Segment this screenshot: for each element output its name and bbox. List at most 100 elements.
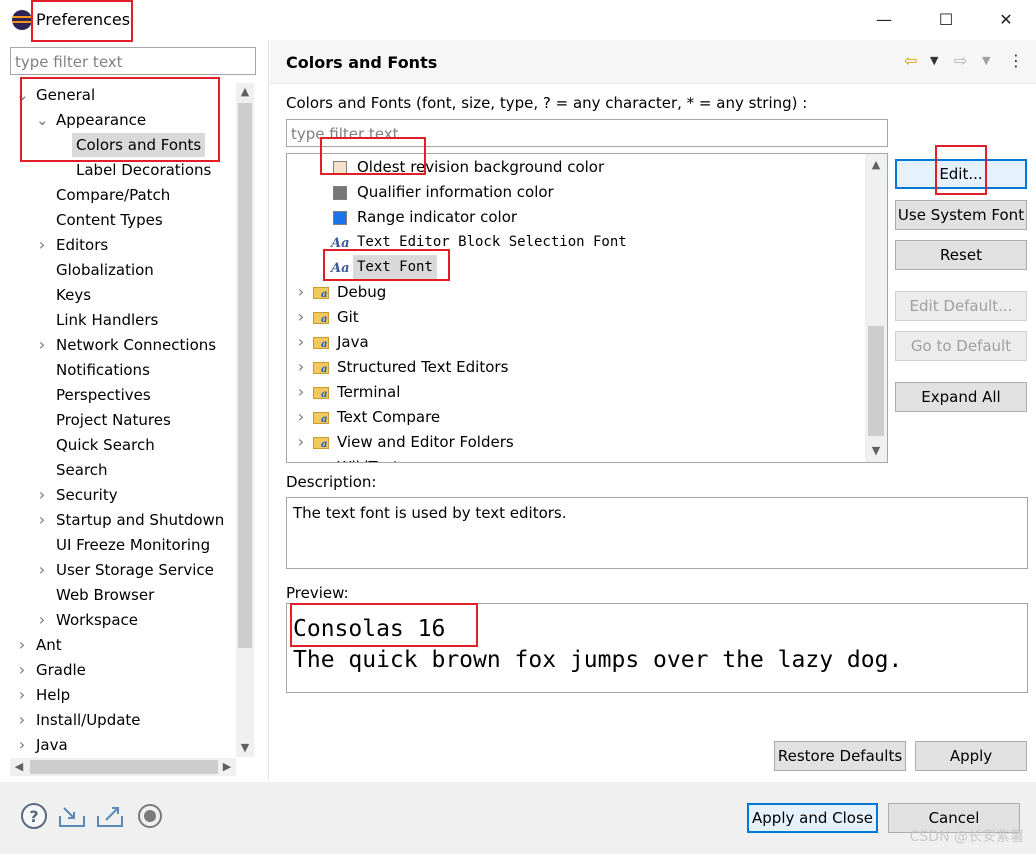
preview-label: Preview: bbox=[286, 584, 349, 602]
scroll-left-icon[interactable]: ◀ bbox=[10, 758, 28, 776]
scroll-thumb[interactable] bbox=[868, 326, 884, 436]
tree-item[interactable]: Content Types bbox=[10, 208, 236, 232]
tree-item[interactable]: Colors and Fonts bbox=[10, 133, 236, 157]
colors-tree-item[interactable]: › a Structured Text Editors bbox=[287, 355, 865, 379]
apply-button[interactable]: Apply bbox=[915, 741, 1027, 771]
tree-item[interactable]: › Security bbox=[10, 483, 236, 507]
expand-all-button[interactable]: Expand All bbox=[895, 382, 1027, 412]
pane-divider[interactable] bbox=[268, 40, 269, 780]
record-icon[interactable] bbox=[136, 802, 164, 830]
tree-item[interactable]: Quick Search bbox=[10, 433, 236, 457]
tree-item[interactable]: Perspectives bbox=[10, 383, 236, 407]
edit-default-button[interactable]: Edit Default... bbox=[895, 291, 1027, 321]
colors-tree-item[interactable]: Aa Text Editor Block Selection Font bbox=[287, 230, 865, 254]
chevron-down-icon[interactable]: ⌄ bbox=[16, 83, 29, 107]
reset-button[interactable]: Reset bbox=[895, 240, 1027, 270]
chevron-right-icon[interactable]: › bbox=[295, 330, 307, 354]
tree-item[interactable]: › Java bbox=[10, 733, 236, 757]
chevron-right-icon[interactable]: › bbox=[295, 380, 307, 404]
left-tree-vertical-scrollbar[interactable]: ▲ ▼ bbox=[236, 83, 254, 757]
colors-tree-item[interactable]: › a Java bbox=[287, 330, 865, 354]
colors-tree-item[interactable]: Qualifier information color bbox=[287, 180, 865, 204]
chevron-right-icon[interactable]: › bbox=[16, 658, 28, 682]
colors-tree-item[interactable]: › a Text Compare bbox=[287, 405, 865, 429]
left-tree-horizontal-scrollbar[interactable]: ◀ ▶ bbox=[10, 758, 236, 776]
colors-tree-item[interactable]: › a Terminal bbox=[287, 380, 865, 404]
tree-item[interactable]: ⌄ General bbox=[10, 83, 236, 107]
chevron-right-icon[interactable]: › bbox=[16, 708, 28, 732]
tree-item[interactable]: › User Storage Service bbox=[10, 558, 236, 582]
tree-item[interactable]: › Ant bbox=[10, 633, 236, 657]
colors-tree-vertical-scrollbar[interactable]: ▲ ▼ bbox=[865, 154, 887, 462]
tree-item[interactable]: Globalization bbox=[10, 258, 236, 282]
view-menu-icon[interactable]: ⋮ bbox=[1008, 50, 1024, 72]
tree-item[interactable]: › Editors bbox=[10, 233, 236, 257]
chevron-right-icon[interactable]: › bbox=[36, 508, 48, 532]
colors-tree-item[interactable]: › a WikiText bbox=[287, 455, 865, 462]
back-arrow-icon[interactable]: ⇦ bbox=[904, 50, 917, 72]
tree-item[interactable]: Project Natures bbox=[10, 408, 236, 432]
tree-item[interactable]: UI Freeze Monitoring bbox=[10, 533, 236, 557]
colors-tree-item[interactable]: Range indicator color bbox=[287, 205, 865, 229]
scroll-thumb[interactable] bbox=[238, 103, 252, 648]
chevron-right-icon[interactable]: › bbox=[295, 280, 307, 304]
tree-item[interactable]: Link Handlers bbox=[10, 308, 236, 332]
chevron-right-icon[interactable]: › bbox=[36, 333, 48, 357]
scroll-up-icon[interactable]: ▲ bbox=[236, 83, 254, 101]
tree-item[interactable]: › Install/Update bbox=[10, 708, 236, 732]
edit-button[interactable]: Edit... bbox=[895, 159, 1027, 189]
close-button[interactable]: ✕ bbox=[986, 6, 1026, 34]
use-system-font-button[interactable]: Use System Font bbox=[895, 200, 1027, 230]
restore-defaults-button[interactable]: Restore Defaults bbox=[774, 741, 906, 771]
chevron-right-icon[interactable]: › bbox=[36, 233, 48, 257]
chevron-right-icon[interactable]: › bbox=[36, 608, 48, 632]
colors-tree-item[interactable]: › a View and Editor Folders bbox=[287, 430, 865, 454]
colors-tree-item[interactable]: Aa Text Font bbox=[287, 255, 865, 279]
chevron-right-icon[interactable]: › bbox=[36, 558, 48, 582]
scroll-down-icon[interactable]: ▼ bbox=[867, 442, 885, 460]
colors-tree-item[interactable]: › a Debug bbox=[287, 280, 865, 304]
chevron-right-icon[interactable]: › bbox=[16, 683, 28, 707]
tree-item[interactable]: Search bbox=[10, 458, 236, 482]
chevron-right-icon[interactable]: › bbox=[295, 305, 307, 329]
help-icon[interactable]: ? bbox=[20, 802, 48, 830]
back-dropdown-icon[interactable]: ▼ bbox=[930, 50, 938, 72]
export-icon[interactable] bbox=[96, 802, 124, 830]
tree-item[interactable]: Label Decorations bbox=[10, 158, 236, 182]
chevron-right-icon[interactable]: › bbox=[36, 483, 48, 507]
left-filter-input[interactable]: type filter text bbox=[10, 47, 256, 75]
go-to-default-button[interactable]: Go to Default bbox=[895, 331, 1027, 361]
chevron-right-icon[interactable]: › bbox=[295, 355, 307, 379]
font-preview: Consolas 16 The quick brown fox jumps ov… bbox=[286, 603, 1028, 693]
chevron-right-icon[interactable]: › bbox=[16, 633, 28, 657]
chevron-right-icon[interactable]: › bbox=[295, 430, 307, 454]
maximize-button[interactable]: ☐ bbox=[926, 6, 966, 34]
chevron-right-icon[interactable]: › bbox=[295, 405, 307, 429]
chevron-right-icon[interactable]: › bbox=[295, 455, 307, 462]
tree-item[interactable]: › Gradle bbox=[10, 658, 236, 682]
tree-item[interactable]: Web Browser bbox=[10, 583, 236, 607]
tree-item[interactable]: › Workspace bbox=[10, 608, 236, 632]
forward-arrow-icon[interactable]: ⇨ bbox=[954, 50, 967, 72]
colors-filter-input[interactable]: type filter text bbox=[286, 119, 888, 147]
scroll-thumb[interactable] bbox=[30, 760, 218, 774]
import-icon[interactable] bbox=[58, 802, 86, 830]
colors-tree-item[interactable]: Oldest revision background color bbox=[287, 155, 865, 179]
tree-item[interactable]: Compare/Patch bbox=[10, 183, 236, 207]
tree-item[interactable]: Keys bbox=[10, 283, 236, 307]
colors-tree-item[interactable]: › a Git bbox=[287, 305, 865, 329]
tree-item[interactable]: › Network Connections bbox=[10, 333, 236, 357]
forward-dropdown-icon[interactable]: ▼ bbox=[982, 50, 990, 72]
colors-tree-item-label: Oldest revision background color bbox=[357, 158, 605, 176]
minimize-button[interactable]: — bbox=[864, 6, 904, 34]
scroll-down-icon[interactable]: ▼ bbox=[236, 739, 254, 757]
scroll-right-icon[interactable]: ▶ bbox=[218, 758, 236, 776]
tree-item[interactable]: › Help bbox=[10, 683, 236, 707]
chevron-right-icon[interactable]: › bbox=[16, 733, 28, 757]
chevron-down-icon[interactable]: ⌄ bbox=[36, 108, 49, 132]
scroll-up-icon[interactable]: ▲ bbox=[867, 156, 885, 174]
tree-item[interactable]: Notifications bbox=[10, 358, 236, 382]
apply-and-close-button[interactable]: Apply and Close bbox=[747, 803, 878, 833]
tree-item[interactable]: › Startup and Shutdown bbox=[10, 508, 236, 532]
tree-item[interactable]: ⌄ Appearance bbox=[10, 108, 236, 132]
